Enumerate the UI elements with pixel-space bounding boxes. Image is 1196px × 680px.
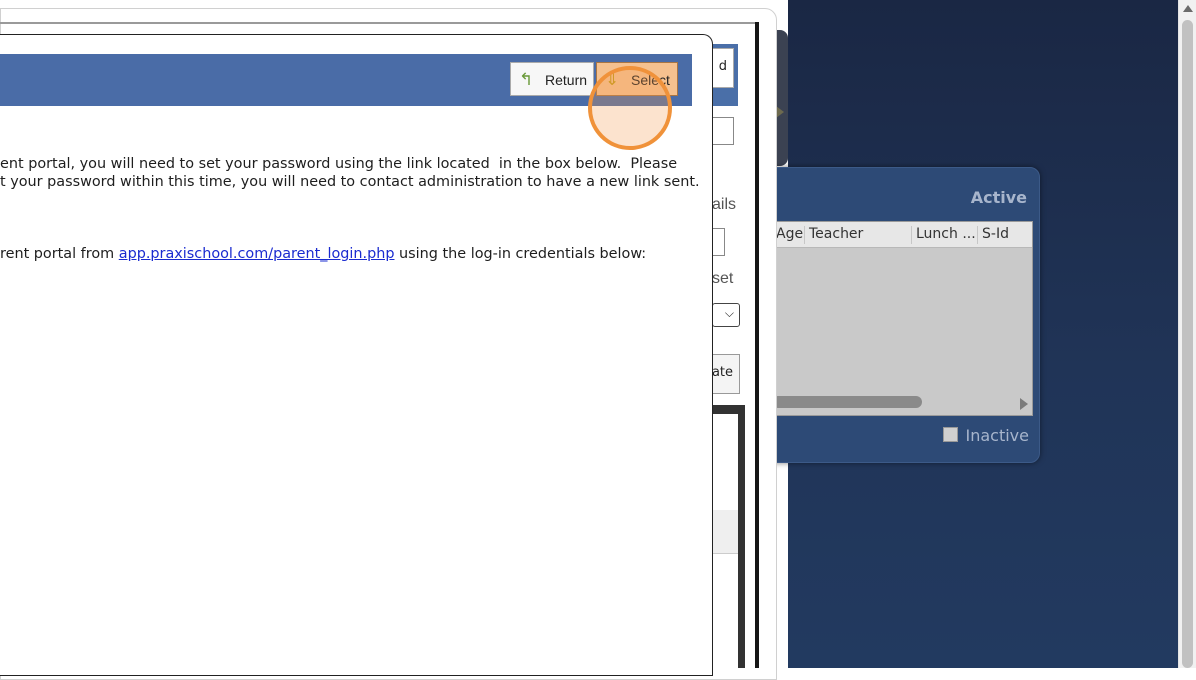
behind-select[interactable]: ⌵: [712, 303, 740, 327]
inactive-label: Inactive: [965, 426, 1030, 445]
behind-frame-row: [710, 510, 738, 554]
outer-window-divider: [0, 22, 758, 24]
behind-label-details: ails: [712, 196, 737, 213]
column-header-teacher[interactable]: Teacher: [804, 226, 863, 244]
message-line-3: rent portal from app.praxischool.com/par…: [0, 245, 646, 263]
return-button-label: Return: [545, 72, 588, 88]
click-highlight-ring: [588, 66, 672, 150]
column-header-lunch[interactable]: Lunch ...: [911, 226, 976, 244]
chevron-down-icon: ⌵: [724, 306, 734, 320]
active-label: Active: [970, 188, 1027, 207]
message-line-1: ent portal, you will need to set your pa…: [0, 156, 678, 172]
grid-header: Age Teacher Lunch ... S-Id: [772, 222, 1032, 248]
return-button[interactable]: ↰ Return: [510, 62, 594, 96]
scroll-right-arrow-icon[interactable]: [1020, 398, 1028, 410]
inactive-checkbox[interactable]: [942, 427, 958, 442]
message-line-3-after: using the log-in credentials below:: [394, 246, 647, 262]
scroll-thumb[interactable]: [1182, 20, 1193, 668]
student-grid: Age Teacher Lunch ... S-Id: [771, 221, 1033, 416]
side-tab-arrow-icon: [776, 106, 784, 118]
grid-horizontal-scroll-thumb[interactable]: [772, 396, 922, 408]
behind-button-label: d: [718, 59, 727, 74]
message-line-3-before: rent portal from: [0, 246, 119, 262]
student-panel: Active Age Teacher Lunch ... S-Id Inacti…: [760, 167, 1040, 463]
message-line-2: t your password within this time, you wi…: [0, 174, 700, 190]
behind-update-label: ate: [711, 365, 733, 380]
behind-label-set: set: [712, 270, 734, 287]
return-arrow-icon: ↰: [519, 70, 534, 89]
modal-dialog: ↰ Return ⇓ Select ent portal, you will n…: [0, 34, 713, 676]
outer-window-edge: [755, 22, 759, 668]
behind-input-field[interactable]: [710, 117, 734, 145]
column-header-s-id[interactable]: S-Id: [977, 226, 1009, 244]
behind-input-field-2[interactable]: [712, 228, 725, 256]
inactive-toggle[interactable]: Inactive: [942, 426, 1030, 445]
scroll-up-arrow-icon[interactable]: [1183, 5, 1193, 12]
parent-login-link[interactable]: app.praxischool.com/parent_login.php: [119, 246, 395, 262]
page-scrollbar[interactable]: [1178, 0, 1196, 668]
